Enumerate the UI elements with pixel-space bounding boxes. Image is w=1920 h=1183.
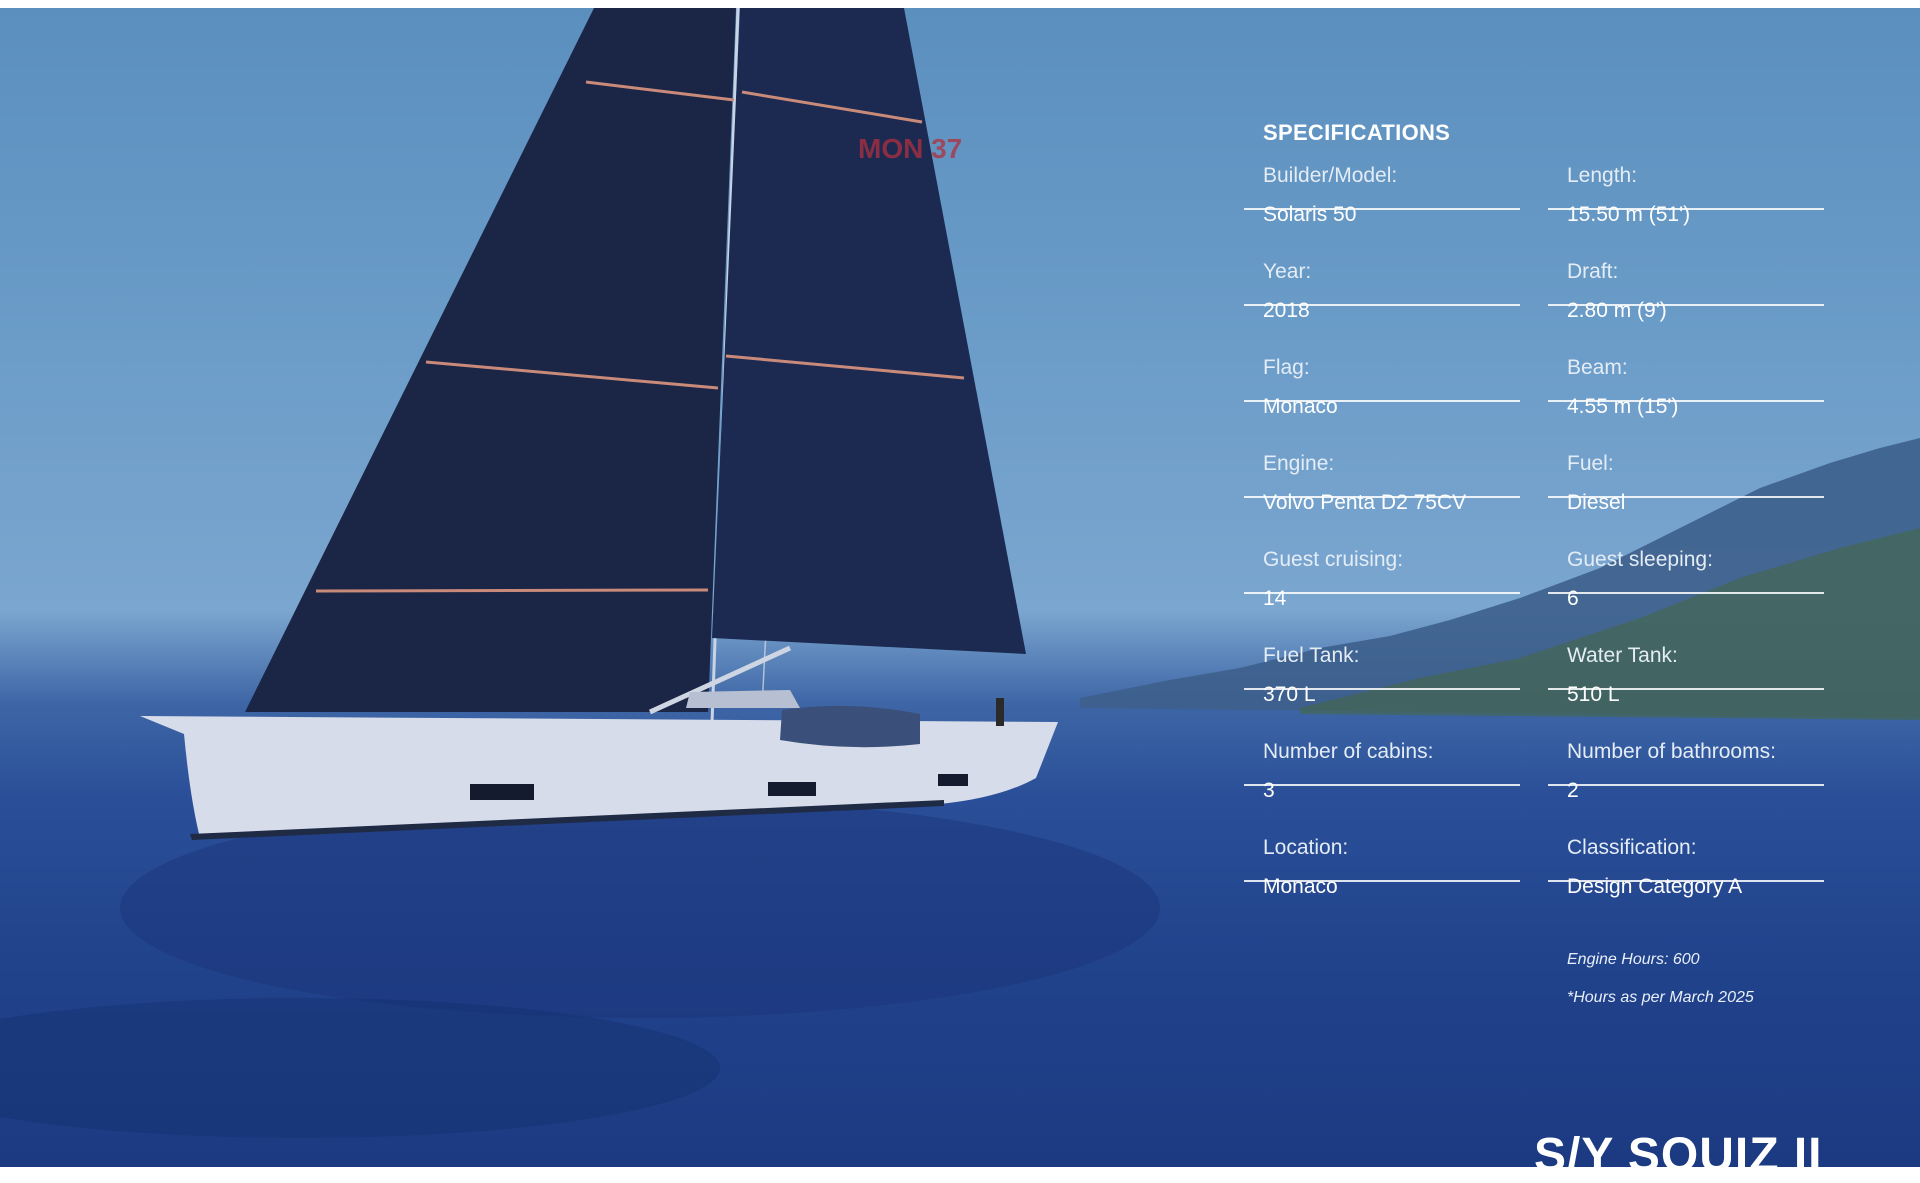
spec-label: Fuel Tank: bbox=[1263, 644, 1360, 667]
spec-label: Draft: bbox=[1567, 260, 1619, 283]
spec-value: Monaco bbox=[1263, 875, 1338, 898]
spec-item: Fuel: Diesel bbox=[1548, 400, 1824, 514]
spec-item: Number of cabins: 3 bbox=[1244, 688, 1520, 802]
spec-label: Number of cabins: bbox=[1263, 740, 1434, 763]
spec-label: Length: bbox=[1567, 164, 1638, 187]
spec-label: Year: bbox=[1263, 260, 1312, 283]
spec-label: Engine: bbox=[1263, 452, 1335, 475]
yacht-title: S/Y SQUIZ II bbox=[1534, 1129, 1823, 1182]
spec-item: Flag: Monaco bbox=[1244, 304, 1520, 418]
genoa-sail bbox=[712, 8, 1026, 654]
spec-item: Guest cruising: 14 bbox=[1244, 496, 1520, 610]
mainsail bbox=[245, 8, 736, 712]
spec-label: Fuel: bbox=[1567, 452, 1614, 475]
spec-item: Draft: 2.80 m (9') bbox=[1548, 208, 1824, 322]
spec-item: Water Tank: 510 L bbox=[1548, 592, 1824, 706]
spec-label: Builder/Model: bbox=[1263, 164, 1398, 187]
spec-item: Number of bathrooms: 2 bbox=[1548, 688, 1824, 802]
spec-item: Engine: Volvo Penta D2 75CV bbox=[1244, 400, 1520, 514]
spec-label: Guest sleeping: bbox=[1567, 548, 1713, 571]
spec-label: Beam: bbox=[1567, 356, 1628, 379]
spec-label: Water Tank: bbox=[1567, 644, 1678, 667]
spec-label: Flag: bbox=[1263, 356, 1310, 379]
spec-label: Location: bbox=[1263, 836, 1349, 859]
spec-item: Location: Monaco bbox=[1244, 784, 1520, 898]
spec-value: Design Category A bbox=[1567, 875, 1743, 898]
spec-item: Guest sleeping: 6 bbox=[1548, 496, 1824, 610]
spec-item: Builder/Model: Solaris 50 bbox=[1244, 112, 1520, 226]
spec-label: Number of bathrooms: bbox=[1567, 740, 1776, 763]
spec-item: Fuel Tank: 370 L bbox=[1244, 592, 1520, 706]
engine-hours-note: Engine Hours: 600 bbox=[1567, 951, 1700, 968]
spec-item: Year: 2018 bbox=[1244, 208, 1520, 322]
sail-number: MON 37 bbox=[858, 133, 962, 164]
hours-date-note: *Hours as per March 2025 bbox=[1567, 989, 1754, 1006]
spec-label: Guest cruising: bbox=[1263, 548, 1404, 571]
spec-label: Classification: bbox=[1567, 836, 1697, 859]
spec-item: Classification: Design Category A bbox=[1548, 784, 1824, 898]
spec-item: Length: 15.50 m (51') bbox=[1548, 112, 1824, 226]
spec-item: Beam: 4.55 m (15') bbox=[1548, 304, 1824, 418]
